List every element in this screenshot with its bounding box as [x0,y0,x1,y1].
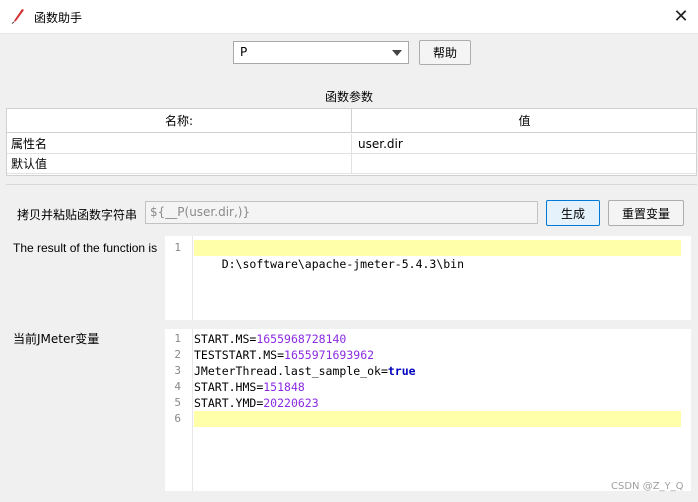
column-header-name[interactable]: 名称: [7,109,352,133]
line-number: 3 [174,364,181,377]
function-select[interactable]: P [233,41,409,64]
code-line[interactable]: START.HMS=151848 [194,379,681,395]
line-number-gutter: 1 [165,236,193,320]
line-number-gutter: 1 2 3 4 5 6 [165,329,193,491]
result-label: The result of the function is [13,241,158,255]
var-key: JMeterThread.last_sample_ok [194,364,381,378]
copy-paste-label: 拷贝并粘贴函数字符串 [17,208,138,222]
code-line[interactable]: START.MS=1655968728140 [194,331,681,347]
jmeter-vars-editor[interactable]: 1 2 3 4 5 6 START.MS=1655968728140 TESTS… [165,329,691,491]
line-number: 5 [174,396,181,409]
close-button[interactable]: ✕ [664,0,698,33]
var-key: START.MS [194,332,250,346]
reset-variables-button[interactable]: 重置变量 [608,200,684,226]
var-key: START.YMD [194,396,257,410]
line-number: 1 [174,241,181,254]
table-cell-name[interactable]: 默认值 [7,154,352,174]
table-cell-value[interactable] [352,154,697,174]
line-number: 1 [174,332,181,345]
table-cell-name[interactable]: 属性名 [7,134,352,154]
close-icon: ✕ [673,6,689,27]
line-number: 2 [174,348,181,361]
window-title: 函数助手 [34,11,83,25]
result-editor[interactable]: 1 D:\software\apache-jmeter-5.4.3\bin [165,236,691,320]
var-value: true [387,364,416,378]
code-line[interactable]: JMeterThread.last_sample_ok=true [194,363,681,379]
var-value: 1655968728140 [256,332,347,346]
var-value: 1655971693962 [284,348,375,362]
table-cell-value[interactable]: user.dir [352,134,697,154]
code-line[interactable]: D:\software\apache-jmeter-5.4.3\bin [194,240,681,271]
line-number: 6 [174,412,181,425]
params-section-title: 函数参数 [324,90,373,104]
var-value: 20220623 [263,396,319,410]
title-bar: 函数助手 ✕ [0,0,698,34]
result-text: D:\software\apache-jmeter-5.4.3\bin [221,257,465,271]
column-header-value[interactable]: 值 [352,109,697,133]
var-value: 151848 [263,380,305,394]
watermark: CSDN @Z_Y_Q [611,481,684,492]
line-number: 4 [174,380,181,393]
feather-pen-icon [11,9,24,24]
params-table: 名称: 值 属性名 user.dir 默认值 [6,108,697,176]
chevron-down-icon [392,50,402,56]
code-line[interactable]: START.YMD=20220623 [194,395,681,411]
section-divider [6,184,697,185]
help-button[interactable]: 帮助 [419,40,471,65]
generate-button[interactable]: 生成 [546,200,600,226]
function-string-field[interactable]: ${__P(user.dir,)} [145,201,538,224]
function-select-value: P [240,45,248,59]
var-key: START.HMS [194,380,257,394]
code-line[interactable]: TESTSTART.MS=1655971693962 [194,347,681,363]
jmeter-vars-label: 当前JMeter变量 [13,332,100,346]
code-line-current[interactable] [194,411,681,427]
var-key: TESTSTART.MS [194,348,278,362]
